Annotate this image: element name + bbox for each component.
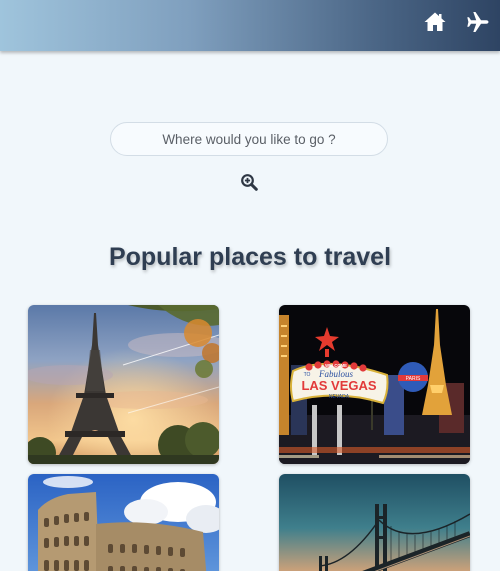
bay-bridge-photo	[279, 474, 470, 571]
colosseum-photo	[28, 474, 219, 571]
las-vegas-photo: PARIS WELCOME TO Fabulous LAS VEGAS NEVA…	[279, 305, 470, 464]
eiffel-tower-photo	[28, 305, 219, 464]
airplane-icon[interactable]	[466, 10, 490, 34]
zoom-in-icon[interactable]	[240, 173, 258, 191]
destination-search-input[interactable]	[111, 123, 387, 155]
home-icon[interactable]	[423, 10, 447, 34]
svg-text:PARIS: PARIS	[406, 376, 421, 382]
sign-state-text: NEVADA	[329, 394, 350, 400]
sign-city-text: LAS VEGAS	[301, 378, 376, 393]
sign-welcome-text: WELCOME	[325, 363, 347, 368]
destination-card-las-vegas[interactable]: PARIS WELCOME TO Fabulous LAS VEGAS NEVA…	[279, 305, 470, 464]
search-box	[110, 122, 388, 156]
destination-card-rome[interactable]	[28, 474, 219, 571]
destination-card-paris[interactable]	[28, 305, 219, 464]
top-navigation-bar	[0, 0, 500, 51]
destination-card-san-francisco[interactable]	[279, 474, 470, 571]
section-title: Popular places to travel	[108, 243, 392, 271]
